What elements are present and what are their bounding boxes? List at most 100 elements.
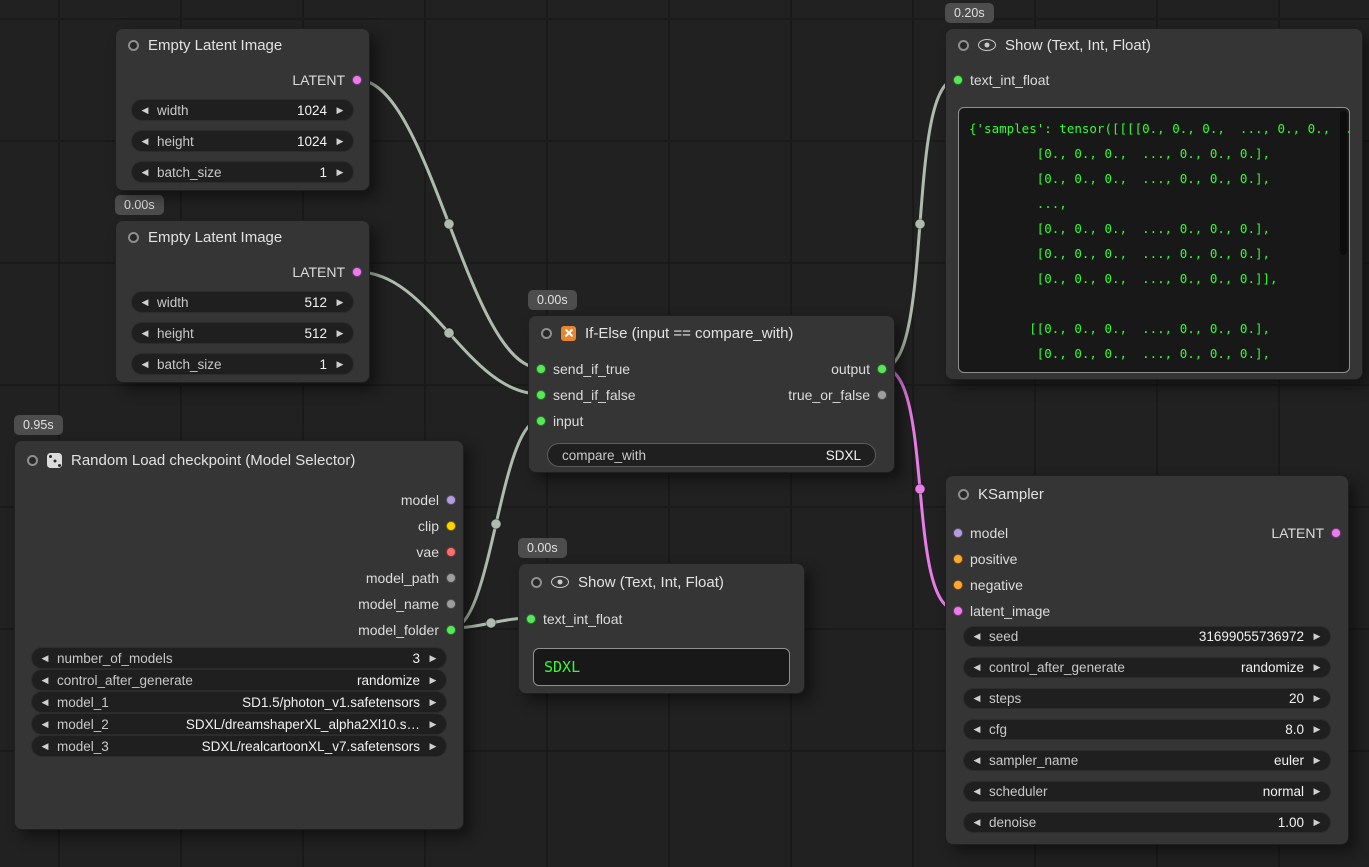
output-slot-true-or-false[interactable] xyxy=(877,390,887,400)
node-if-else[interactable]: If-Else (input == compare_with) send_if_… xyxy=(528,315,895,473)
collapse-dot-icon[interactable] xyxy=(128,40,139,51)
decrement-arrow-icon[interactable]: ◀ xyxy=(138,105,152,116)
input-slot-text-int-float[interactable] xyxy=(526,614,536,624)
node-show-text-small[interactable]: Show (Text, Int, Float) text_int_float S… xyxy=(518,563,805,694)
output-slot-latent[interactable] xyxy=(352,267,362,277)
increment-arrow-icon[interactable]: ▶ xyxy=(1310,724,1324,735)
widget-batch-size[interactable]: ◀ batch_size 1 ▶ xyxy=(131,161,354,183)
collapse-dot-icon[interactable] xyxy=(27,455,38,466)
increment-arrow-icon[interactable]: ▶ xyxy=(1310,662,1324,673)
widget-steps[interactable]: ◀ steps 20 ▶ xyxy=(963,688,1331,709)
input-slot-latent-image[interactable] xyxy=(953,606,963,616)
collapse-dot-icon[interactable] xyxy=(958,40,969,51)
increment-arrow-icon[interactable]: ▶ xyxy=(333,167,347,178)
decrement-arrow-icon[interactable]: ◀ xyxy=(38,653,52,664)
widget-height[interactable]: ◀ height 1024 ▶ xyxy=(131,130,354,152)
output-slot-label: LATENT xyxy=(292,72,345,88)
increment-arrow-icon[interactable]: ▶ xyxy=(333,297,347,308)
increment-arrow-icon[interactable]: ▶ xyxy=(426,741,440,752)
output-slot-vae[interactable] xyxy=(446,547,456,557)
node-title-bar[interactable]: Show (Text, Int, Float) xyxy=(946,29,1362,61)
node-show-text-big[interactable]: Show (Text, Int, Float) text_int_float {… xyxy=(945,28,1363,380)
node-title-bar[interactable]: Show (Text, Int, Float) xyxy=(519,564,804,600)
decrement-arrow-icon[interactable]: ◀ xyxy=(970,662,984,673)
input-slot-text-int-float[interactable] xyxy=(953,75,963,85)
widget-seed[interactable]: ◀ seed 31699055736972 ▶ xyxy=(963,626,1331,647)
output-slot-model-name[interactable] xyxy=(446,599,456,609)
decrement-arrow-icon[interactable]: ◀ xyxy=(138,328,152,339)
decrement-arrow-icon[interactable]: ◀ xyxy=(970,755,984,766)
collapse-dot-icon[interactable] xyxy=(531,577,542,588)
increment-arrow-icon[interactable]: ▶ xyxy=(333,328,347,339)
node-title-bar[interactable]: Random Load checkpoint (Model Selector) xyxy=(15,441,463,479)
widget-width[interactable]: ◀ width 1024 ▶ xyxy=(131,99,354,121)
increment-arrow-icon[interactable]: ▶ xyxy=(333,105,347,116)
decrement-arrow-icon[interactable]: ◀ xyxy=(970,631,984,642)
increment-arrow-icon[interactable]: ▶ xyxy=(426,653,440,664)
widget-height[interactable]: ◀ height 512 ▶ xyxy=(131,322,354,344)
decrement-arrow-icon[interactable]: ◀ xyxy=(38,697,52,708)
output-slot-output[interactable] xyxy=(877,364,887,374)
increment-arrow-icon[interactable]: ▶ xyxy=(1310,755,1324,766)
decrement-arrow-icon[interactable]: ◀ xyxy=(138,359,152,370)
decrement-arrow-icon[interactable]: ◀ xyxy=(38,675,52,686)
node-title-bar[interactable]: KSampler xyxy=(946,476,1348,512)
widget-model-1[interactable]: ◀ model_1 SD1.5/photon_v1.safetensors ▶ xyxy=(31,691,447,713)
node-title-bar[interactable]: If-Else (input == compare_with) xyxy=(529,316,894,350)
widget-batch-size[interactable]: ◀ batch_size 1 ▶ xyxy=(131,353,354,375)
decrement-arrow-icon[interactable]: ◀ xyxy=(970,786,984,797)
widget-sampler-name[interactable]: ◀ sampler_name euler ▶ xyxy=(963,750,1331,771)
decrement-arrow-icon[interactable]: ◀ xyxy=(970,693,984,704)
widget-width[interactable]: ◀ width 512 ▶ xyxy=(131,291,354,313)
widget-compare-with[interactable]: compare_with SDXL xyxy=(547,443,876,467)
increment-arrow-icon[interactable]: ▶ xyxy=(1310,786,1324,797)
input-slot-positive[interactable] xyxy=(953,554,963,564)
input-slot-model[interactable] xyxy=(953,528,963,538)
output-slot-model[interactable] xyxy=(446,495,456,505)
output-slot-model-folder[interactable] xyxy=(446,625,456,635)
collapse-dot-icon[interactable] xyxy=(541,328,552,339)
decrement-arrow-icon[interactable]: ◀ xyxy=(138,167,152,178)
widget-model-2[interactable]: ◀ model_2 SDXL/dreamshaperXL_alpha2Xl10.… xyxy=(31,713,447,735)
widget-control-after-generate[interactable]: ◀ control_after_generate randomize ▶ xyxy=(31,669,447,691)
widget-control-after-generate[interactable]: ◀ control_after_generate randomize ▶ xyxy=(963,657,1331,678)
decrement-arrow-icon[interactable]: ◀ xyxy=(38,719,52,730)
input-slot-send-if-false[interactable] xyxy=(536,390,546,400)
widget-number-of-models[interactable]: ◀ number_of_models 3 ▶ xyxy=(31,647,447,669)
scrollbar-thumb[interactable] xyxy=(1340,111,1347,255)
output-slot-latent[interactable] xyxy=(352,75,362,85)
decrement-arrow-icon[interactable]: ◀ xyxy=(38,741,52,752)
graph-canvas[interactable]: 0.00s 0.00s 0.95s 0.00s 0.20s Empty Late… xyxy=(0,0,1369,867)
decrement-arrow-icon[interactable]: ◀ xyxy=(970,724,984,735)
increment-arrow-icon[interactable]: ▶ xyxy=(1310,693,1324,704)
output-slot-clip[interactable] xyxy=(446,521,456,531)
widget-cfg[interactable]: ◀ cfg 8.0 ▶ xyxy=(963,719,1331,740)
collapse-dot-icon[interactable] xyxy=(128,232,139,243)
node-title-bar[interactable]: Empty Latent Image xyxy=(116,221,369,253)
widget-denoise[interactable]: ◀ denoise 1.00 ▶ xyxy=(963,812,1331,833)
increment-arrow-icon[interactable]: ▶ xyxy=(426,675,440,686)
collapse-dot-icon[interactable] xyxy=(958,489,969,500)
increment-arrow-icon[interactable]: ▶ xyxy=(426,697,440,708)
input-slot-input[interactable] xyxy=(536,416,546,426)
node-empty-latent-image-2[interactable]: Empty Latent Image LATENT ◀ width 512 ▶ … xyxy=(115,220,370,383)
input-slot-negative[interactable] xyxy=(953,580,963,590)
node-title-bar[interactable]: Empty Latent Image xyxy=(116,29,369,61)
decrement-arrow-icon[interactable]: ◀ xyxy=(138,297,152,308)
scrollbar-track[interactable] xyxy=(1338,109,1348,371)
increment-arrow-icon[interactable]: ▶ xyxy=(333,359,347,370)
widget-model-3[interactable]: ◀ model_3 SDXL/realcartoonXL_v7.safetens… xyxy=(31,735,447,757)
output-slot-latent[interactable] xyxy=(1331,528,1341,538)
widget-scheduler[interactable]: ◀ scheduler normal ▶ xyxy=(963,781,1331,802)
decrement-arrow-icon[interactable]: ◀ xyxy=(970,817,984,828)
increment-arrow-icon[interactable]: ▶ xyxy=(1310,631,1324,642)
decrement-arrow-icon[interactable]: ◀ xyxy=(138,136,152,147)
input-slot-send-if-true[interactable] xyxy=(536,364,546,374)
increment-arrow-icon[interactable]: ▶ xyxy=(333,136,347,147)
node-empty-latent-image-1[interactable]: Empty Latent Image LATENT ◀ width 1024 ▶… xyxy=(115,28,370,191)
increment-arrow-icon[interactable]: ▶ xyxy=(1310,817,1324,828)
node-ksampler[interactable]: KSampler model LATENT positive negative … xyxy=(945,475,1349,845)
output-slot-model-path[interactable] xyxy=(446,573,456,583)
increment-arrow-icon[interactable]: ▶ xyxy=(426,719,440,730)
node-random-load-checkpoint[interactable]: Random Load checkpoint (Model Selector) … xyxy=(14,440,464,830)
